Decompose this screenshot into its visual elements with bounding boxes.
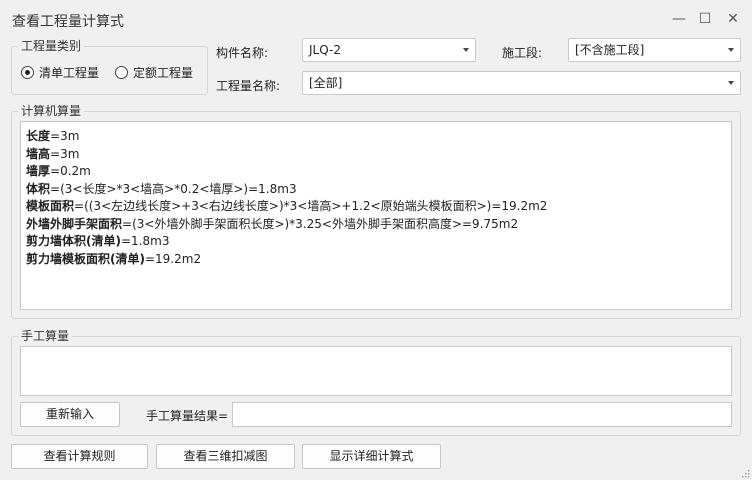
radio-bill-quantity-label: 清单工程量	[39, 66, 100, 80]
calc-line: 外墙外脚手架面积=(3<外墙外脚手架面积长度>)*3.25<外墙外脚手架面积高度…	[26, 216, 731, 234]
calc-line-expression: =1.8m3	[120, 234, 170, 248]
calc-line-expression: =3m	[50, 129, 80, 143]
manual-calc-textarea[interactable]	[20, 346, 732, 396]
calc-line-name: 剪力墙体积(清单)	[26, 234, 121, 248]
resize-grip-icon[interactable]	[740, 468, 750, 478]
view-rules-button[interactable]: 查看计算规则	[11, 444, 148, 469]
view-3d-deduction-button[interactable]: 查看三维扣减图	[156, 444, 295, 469]
calc-line-expression: =((3<左边线长度>+3<右边线长度>)*3<墙高>+1.2<原始端头模板面积…	[74, 199, 548, 213]
calc-lines: 长度=3m 墙高=3m 墙厚=0.2m 体积=(3<长度>*3<墙高>*0.2<墙厚>…	[21, 122, 731, 268]
calc-line-expression: =(3<长度>*3<墙高>*0.2<墙厚>)=1.8m3	[50, 181, 297, 196]
calc-line: 体积=(3<长度>*3<墙高>*0.2<墙厚>)=1.8m3	[26, 181, 731, 199]
manual-result-label: 手工算量结果=	[146, 409, 229, 423]
stage-label: 施工段:	[502, 46, 543, 60]
stage-select[interactable]: [不含施工段]	[568, 38, 741, 62]
quantity-type-legend: 工程量类别	[18, 39, 85, 53]
quantity-name-select[interactable]: [全部]	[302, 71, 741, 95]
radio-quota-quantity-label: 定额工程量	[133, 66, 194, 80]
quantity-type-group: 工程量类别 清单工程量 定额工程量	[11, 39, 208, 95]
calc-line-name: 外墙外脚手架面积	[26, 216, 123, 231]
radio-quota-quantity[interactable]: 定额工程量	[115, 64, 193, 81]
calc-line-expression: =(3<外墙外脚手架面积长度>)*3.25<外墙外脚手架面积高度>=9.75m2	[122, 216, 519, 231]
calc-line: 模板面积=((3<左边线长度>+3<右边线长度>)*3<墙高>+1.2<原始端头…	[26, 198, 731, 216]
stage-value: [不含施工段]	[575, 43, 645, 57]
manual-calc-legend: 手工算量	[18, 329, 73, 343]
calc-line: 剪力墙体积(清单)=1.8m3	[26, 233, 731, 251]
calc-line-name: 墙厚	[26, 164, 51, 178]
quantity-name-value: [全部]	[309, 76, 343, 90]
close-icon[interactable]: ✕	[722, 9, 744, 29]
computer-calc-textarea[interactable]: 长度=3m 墙高=3m 墙厚=0.2m 体积=(3<长度>*3<墙高>*0.2<墙厚>…	[20, 121, 732, 310]
reenter-button[interactable]: 重新输入	[20, 402, 120, 427]
radio-selected-icon	[21, 66, 34, 79]
calc-line-name: 体积	[26, 181, 51, 196]
computer-calc-legend: 计算机算量	[18, 104, 85, 118]
calc-line-name: 墙高	[26, 146, 51, 161]
minimize-icon[interactable]: —	[668, 9, 690, 29]
chevron-down-icon	[728, 48, 734, 52]
radio-bill-quantity[interactable]: 清单工程量	[21, 64, 99, 81]
quantity-name-label: 工程量名称:	[216, 79, 281, 93]
chevron-down-icon	[728, 81, 734, 85]
window-title: 查看工程量计算式	[12, 14, 124, 30]
radio-unselected-icon	[115, 66, 128, 79]
title-bar: 查看工程量计算式 — ☐ ✕	[0, 0, 752, 38]
component-name-value: JLQ-2	[309, 43, 341, 57]
calc-line-expression: =0.2m	[50, 164, 91, 178]
calc-line-name: 剪力墙模板面积(清单)	[26, 251, 145, 266]
calc-line-name: 长度	[26, 129, 51, 143]
maximize-icon[interactable]: ☐	[694, 9, 716, 29]
component-name-label: 构件名称:	[216, 46, 269, 60]
calc-line: 墙高=3m	[26, 146, 731, 164]
component-name-select[interactable]: JLQ-2	[302, 38, 476, 62]
manual-result-input[interactable]	[232, 402, 732, 427]
calc-line-expression: =19.2m2	[144, 251, 202, 266]
show-detail-button[interactable]: 显示详细计算式	[302, 444, 441, 469]
calc-line-name: 模板面积	[26, 199, 75, 213]
chevron-down-icon	[463, 48, 469, 52]
calc-line: 墙厚=0.2m	[26, 163, 731, 181]
calc-line: 剪力墙模板面积(清单)=19.2m2	[26, 251, 731, 269]
calc-line: 长度=3m	[26, 128, 731, 146]
calc-line-expression: =3m	[50, 146, 80, 161]
